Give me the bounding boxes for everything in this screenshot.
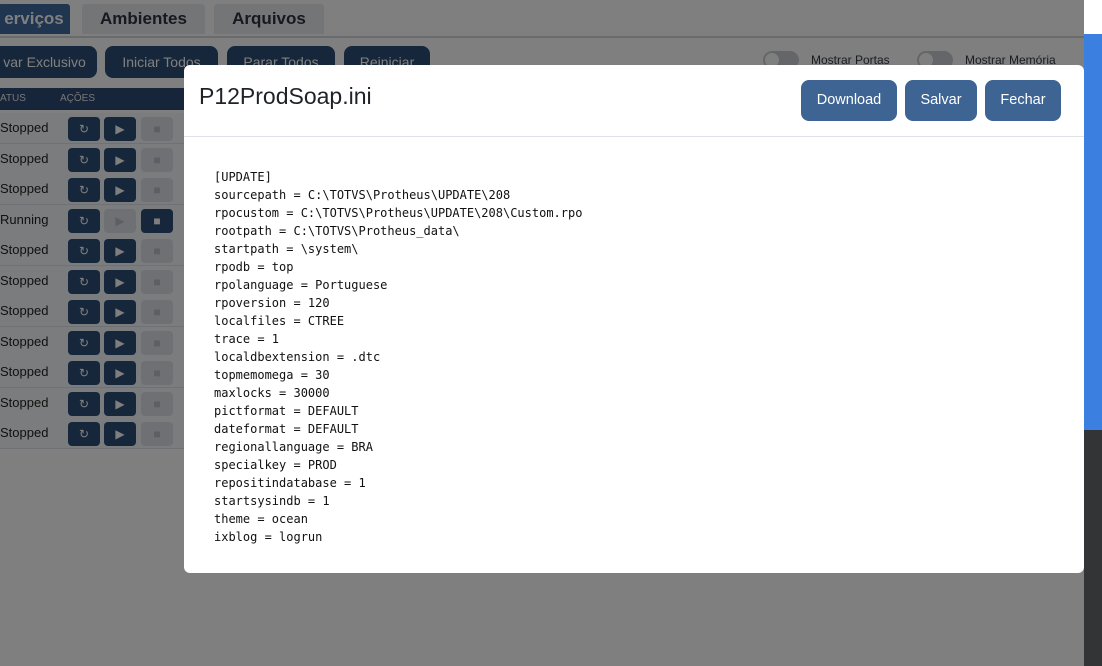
- side-panel-accent: [1084, 34, 1102, 430]
- modal-title: P12ProdSoap.ini: [199, 83, 372, 109]
- file-viewer-modal: P12ProdSoap.ini Download Salvar Fechar […: [184, 65, 1084, 573]
- close-button[interactable]: Fechar: [985, 80, 1061, 121]
- side-panel-dark: [1084, 430, 1102, 666]
- modal-header: P12ProdSoap.ini Download Salvar Fechar: [184, 65, 1084, 137]
- download-button[interactable]: Download: [801, 80, 897, 121]
- save-button[interactable]: Salvar: [905, 80, 977, 121]
- side-strip-top: [1084, 0, 1102, 34]
- file-content[interactable]: [UPDATE] sourcepath = C:\TOTVS\Protheus\…: [214, 168, 582, 546]
